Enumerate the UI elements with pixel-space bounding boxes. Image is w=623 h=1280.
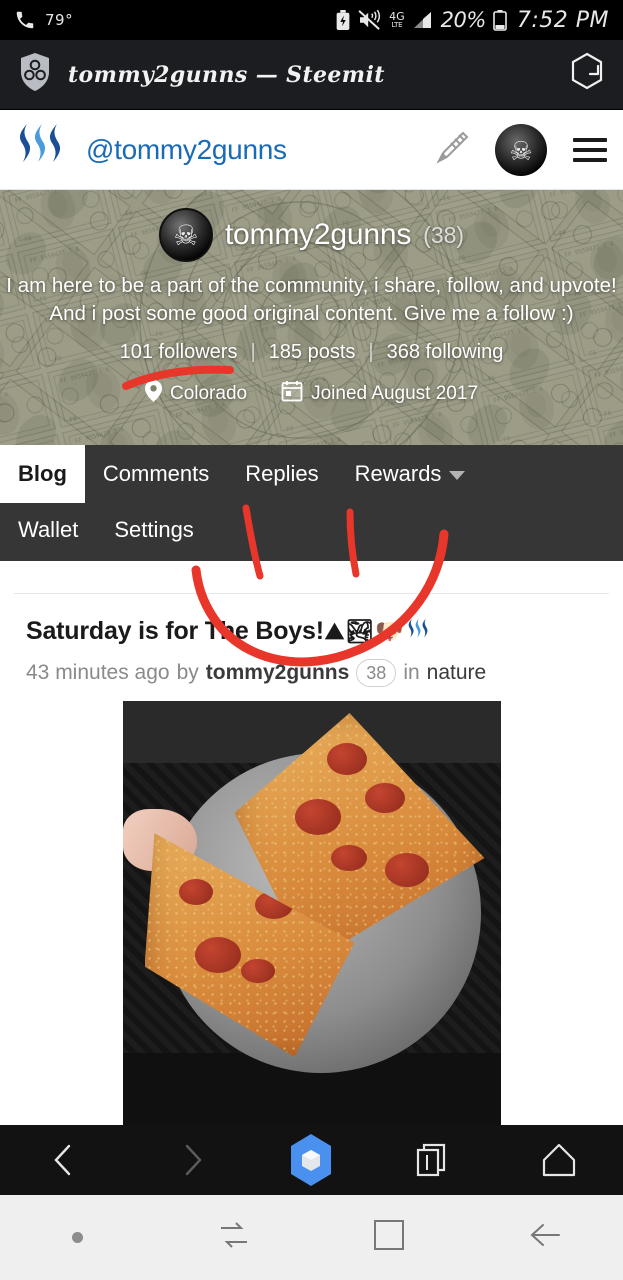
battery-saver-icon: [335, 10, 351, 30]
steemit-logo-icon[interactable]: [14, 121, 70, 178]
profile-name-row: ☠ tommy2gunns (38): [158, 208, 465, 262]
android-status-bar: 79° 4G LTE 20% 7:52 PM: [0, 0, 623, 40]
header-username[interactable]: @tommy2gunns: [86, 134, 287, 166]
tab-comments[interactable]: Comments: [85, 445, 227, 503]
battery-icon: [493, 9, 507, 31]
tab-replies-label: Replies: [245, 461, 319, 486]
post-category[interactable]: nature: [427, 661, 487, 685]
location-pin-icon: [144, 380, 162, 408]
pepperoni: [240, 959, 275, 983]
nav-dot-cell[interactable]: [0, 1232, 156, 1243]
pepperoni: [330, 845, 367, 871]
skull-glyph: ☠: [509, 135, 533, 166]
network-type-icon: 4G LTE: [389, 10, 405, 29]
mountain-emoji-icon: ⛰: [324, 618, 344, 644]
pepperoni: [364, 783, 405, 813]
browser-toolbar: tommy2gunns — Steemit: [0, 40, 623, 110]
stats-separator: |: [368, 341, 374, 364]
tab-rewards-label: Rewards: [354, 461, 442, 486]
location-label: Colorado: [169, 383, 248, 405]
tabs-icon[interactable]: [399, 1140, 463, 1180]
clock-label: 7:52 PM: [516, 7, 609, 33]
chevron-down-icon: [449, 470, 466, 480]
tab-row-secondary: Wallet Settings: [0, 503, 623, 561]
reload-hexagon-icon[interactable]: [567, 50, 607, 99]
profile-meta: Colorado Joined August 2017: [144, 380, 478, 408]
tab-wallet[interactable]: Wallet: [0, 503, 96, 561]
header-avatar[interactable]: ☠: [495, 123, 547, 176]
calendar-icon: [281, 380, 303, 408]
profile-joined: Joined August 2017: [281, 380, 478, 408]
tab-rewards[interactable]: Rewards: [337, 445, 484, 503]
profile-tab-bar: Blog Comments Replies Rewards Wallet Set…: [0, 445, 623, 561]
post-author[interactable]: tommy2gunns: [206, 661, 350, 685]
following-count[interactable]: 368 following: [387, 341, 504, 364]
back-chevron-icon[interactable]: [32, 1140, 96, 1180]
in-label: in: [403, 661, 420, 684]
bio-line-1: I am here to be a part of the community,…: [6, 274, 617, 297]
profile-cover: FF 9559473 1 A F6: [0, 190, 623, 445]
tab-comments-label: Comments: [102, 461, 210, 486]
profile-location: Colorado: [144, 380, 248, 408]
pepperoni: [326, 743, 367, 775]
app-switch-icon[interactable]: [215, 1216, 253, 1259]
phone-icon: [14, 9, 36, 31]
nav-back-arrow-icon[interactable]: [525, 1217, 565, 1258]
phone-screen: 79° 4G LTE 20% 7:52 PM tommy2gunns — Ste…: [0, 0, 623, 1280]
nav-recents-cell[interactable]: [312, 1217, 468, 1258]
brave-cube-icon[interactable]: [287, 1133, 335, 1187]
hamburger-menu-icon[interactable]: [573, 137, 607, 162]
post-time-ago: 43 minutes ago: [26, 661, 170, 684]
post-image[interactable]: [122, 701, 501, 1131]
nav-dot-icon[interactable]: [72, 1232, 84, 1243]
volume-mute-icon: [358, 10, 382, 30]
landscape-emoji-icon: 🏞: [344, 618, 374, 644]
bio-line-2: And i post some good original content. G…: [49, 301, 574, 325]
tab-row-primary: Blog Comments Replies Rewards: [0, 445, 623, 503]
pepperoni: [384, 853, 429, 887]
signal-bars-icon: [412, 10, 434, 30]
post-item[interactable]: Saturday is for The Boys! ⛰ 🏞 🐶 43 minut…: [0, 594, 623, 1131]
pepperoni: [194, 937, 241, 973]
profile-reputation: (38): [423, 221, 465, 248]
steem-logo-icon: [404, 616, 432, 647]
dog-emoji-icon: 🐶: [374, 618, 404, 644]
profile-avatar[interactable]: ☠: [158, 208, 213, 262]
tab-settings-label: Settings: [114, 517, 194, 542]
forward-chevron-icon[interactable]: [160, 1140, 224, 1180]
android-nav-bar: [0, 1195, 623, 1280]
recents-square-icon[interactable]: [371, 1217, 407, 1258]
post-feed: Saturday is for The Boys! ⛰ 🏞 🐶 43 minut…: [0, 593, 623, 1217]
tab-blog-label: Blog: [18, 461, 67, 486]
temperature-label: 79°: [45, 11, 74, 29]
post-title[interactable]: Saturday is for The Boys! ⛰ 🏞 🐶: [26, 616, 597, 647]
pepperoni: [294, 799, 341, 835]
posts-count[interactable]: 185 posts: [269, 341, 356, 364]
steemit-site-header: @tommy2gunns ☠: [0, 110, 623, 190]
browser-bottom-bar: [0, 1125, 623, 1195]
stats-separator: |: [250, 341, 256, 364]
by-label: by: [176, 661, 199, 684]
post-byline: 43 minutes ago by tommy2gunns 38 in natu…: [26, 659, 597, 687]
tab-wallet-label: Wallet: [18, 517, 79, 542]
profile-bio: I am here to be a part of the community,…: [0, 272, 622, 327]
tab-blog[interactable]: Blog: [0, 445, 85, 503]
nav-switch-cell[interactable]: [156, 1216, 312, 1259]
nav-back-cell[interactable]: [467, 1217, 623, 1258]
author-reputation-badge: 38: [356, 659, 397, 687]
page-title[interactable]: tommy2gunns — Steemit: [68, 62, 385, 88]
home-icon[interactable]: [527, 1140, 591, 1180]
joined-label: Joined August 2017: [311, 383, 479, 405]
pepperoni: [178, 879, 213, 905]
profile-stats: 101 followers | 185 posts | 368 followin…: [120, 341, 504, 364]
battery-percent-label: 20%: [440, 8, 487, 32]
brave-shields-icon[interactable]: [18, 52, 52, 97]
skull-glyph: ☠: [173, 220, 199, 252]
pencil-compose-icon[interactable]: [431, 128, 469, 171]
followers-count[interactable]: 101 followers: [120, 341, 238, 364]
post-title-text: Saturday is for The Boys!: [26, 617, 324, 645]
profile-name: tommy2gunns: [224, 218, 412, 251]
tab-replies[interactable]: Replies: [227, 445, 336, 503]
tab-settings[interactable]: Settings: [96, 503, 212, 561]
